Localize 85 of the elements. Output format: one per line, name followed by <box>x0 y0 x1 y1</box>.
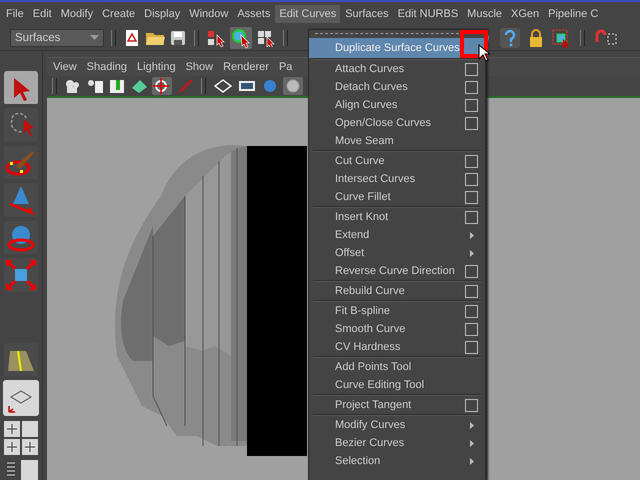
menu-item[interactable]: Align Curves <box>309 96 485 114</box>
option-box-icon[interactable] <box>465 62 478 76</box>
option-box-icon[interactable] <box>465 172 478 186</box>
option-box-icon[interactable] <box>465 210 478 224</box>
menu-item[interactable]: CV Hardness <box>309 338 485 356</box>
dropdown-arrow-icon <box>90 35 99 41</box>
menu-item[interactable]: Smooth Curve <box>309 320 485 338</box>
menu-set-dropdown[interactable]: Surfaces <box>10 29 104 47</box>
menu-item[interactable]: Curve Fillet <box>309 188 485 206</box>
menu-item[interactable]: Duplicate Surface Curves <box>309 38 485 58</box>
option-box-icon[interactable] <box>465 264 478 278</box>
submenu-arrow-icon <box>470 458 474 464</box>
menu-item[interactable]: Modify Curves <box>309 416 485 434</box>
option-box-icon[interactable] <box>465 398 478 412</box>
lasso-tool-icon[interactable] <box>4 108 38 142</box>
option-box-icon[interactable] <box>465 322 478 336</box>
menu-bar-item[interactable]: Edit Curves <box>275 5 340 23</box>
submenu-arrow-icon <box>470 422 474 428</box>
panel-menu-item[interactable]: View <box>49 61 83 73</box>
select-hierarchy-icon[interactable] <box>206 29 226 47</box>
new-document-icon[interactable] <box>123 29 141 47</box>
menu-item[interactable]: Reverse Curve Direction <box>309 262 485 280</box>
option-box-icon[interactable] <box>465 154 478 168</box>
rotate-tool-icon[interactable] <box>4 220 38 254</box>
menu-bar-item[interactable]: Display <box>140 5 184 23</box>
submenu-arrow-icon <box>470 440 474 446</box>
film-strip-icon[interactable] <box>237 78 257 94</box>
submenu-arrow-icon <box>470 232 474 238</box>
menu-item[interactable]: Curve Editing Tool <box>309 376 485 394</box>
menu-bar-item[interactable]: XGen <box>507 5 544 23</box>
menu-item[interactable]: Cut Curve <box>309 152 485 170</box>
menu-bar-item[interactable]: File <box>2 5 28 23</box>
menu-item[interactable]: Fit B-spline <box>309 302 485 320</box>
camera-attributes-icon[interactable] <box>86 78 104 94</box>
menu-bar-item[interactable]: Edit NURBS <box>394 5 462 23</box>
road-tool-icon[interactable] <box>4 343 38 376</box>
help-icon[interactable] <box>499 27 521 49</box>
grid-layout-icon[interactable] <box>3 380 39 416</box>
menu-item[interactable]: Add Points Tool <box>309 358 485 376</box>
scale-tool-icon[interactable] <box>4 258 38 292</box>
menu-item[interactable]: Offset <box>309 244 485 262</box>
panel-menu-item[interactable]: Pa <box>274 61 298 73</box>
select-object-icon[interactable] <box>230 27 252 49</box>
option-box-icon[interactable] <box>465 190 478 204</box>
option-box-icon[interactable] <box>465 284 478 298</box>
menu-item[interactable]: Move Seam <box>309 132 485 150</box>
move-tool-icon[interactable] <box>4 183 38 217</box>
track-tool-icon[interactable] <box>152 77 172 95</box>
panel-menu-item[interactable]: Lighting <box>133 61 182 73</box>
menu-item[interactable]: Selection <box>309 452 485 470</box>
bookmark-icon[interactable] <box>108 78 126 94</box>
select-region-icon[interactable] <box>551 28 571 48</box>
menu-bar-item[interactable]: Muscle <box>463 5 506 23</box>
menu-item[interactable]: Open/Close Curves <box>309 114 485 132</box>
panel-menu-item[interactable]: Shading <box>82 61 134 73</box>
mouse-cursor-icon <box>478 44 490 62</box>
menu-item[interactable]: Insert Knot <box>309 208 485 226</box>
wireframe-icon[interactable] <box>213 78 233 94</box>
menu-item[interactable]: Intersect Curves <box>309 170 485 188</box>
menu-bar-item[interactable]: Modify <box>56 5 98 23</box>
submenu-arrow-icon <box>470 250 474 256</box>
menu-bar-item[interactable]: Pipeline C <box>544 5 602 23</box>
menu-bar-item[interactable]: Edit <box>28 5 56 23</box>
menu-item[interactable]: Detach Curves <box>309 78 485 96</box>
option-box-icon[interactable] <box>465 304 478 318</box>
menu-item[interactable]: Attach Curves <box>309 60 485 78</box>
menu-bar-item[interactable]: Window <box>185 5 232 23</box>
option-box-icon[interactable] <box>465 98 478 112</box>
select-tool-icon[interactable] <box>4 71 38 104</box>
menu-item[interactable]: Project Tangent <box>309 396 485 414</box>
save-icon[interactable] <box>169 29 187 47</box>
menu-bar-item[interactable]: Create <box>98 5 140 23</box>
option-box-icon[interactable] <box>465 80 478 94</box>
menu-item[interactable]: Bezier Curves <box>309 434 485 452</box>
panel-menu-item[interactable]: Renderer <box>219 61 275 73</box>
lock-icon[interactable] <box>527 28 545 48</box>
select-component-icon[interactable] <box>256 29 276 47</box>
option-box-icon[interactable] <box>465 340 478 354</box>
menu-item[interactable]: Rebuild Curve <box>309 282 485 300</box>
option-box-icon[interactable] <box>465 116 478 130</box>
panel-menu-item[interactable]: Show <box>182 61 220 73</box>
four-panel-layout-icon[interactable] <box>3 420 39 456</box>
menu-bar-item[interactable]: Assets <box>233 5 274 23</box>
menu-bar-item[interactable]: Surfaces <box>341 5 393 23</box>
menu-item[interactable]: Extend <box>309 226 485 244</box>
